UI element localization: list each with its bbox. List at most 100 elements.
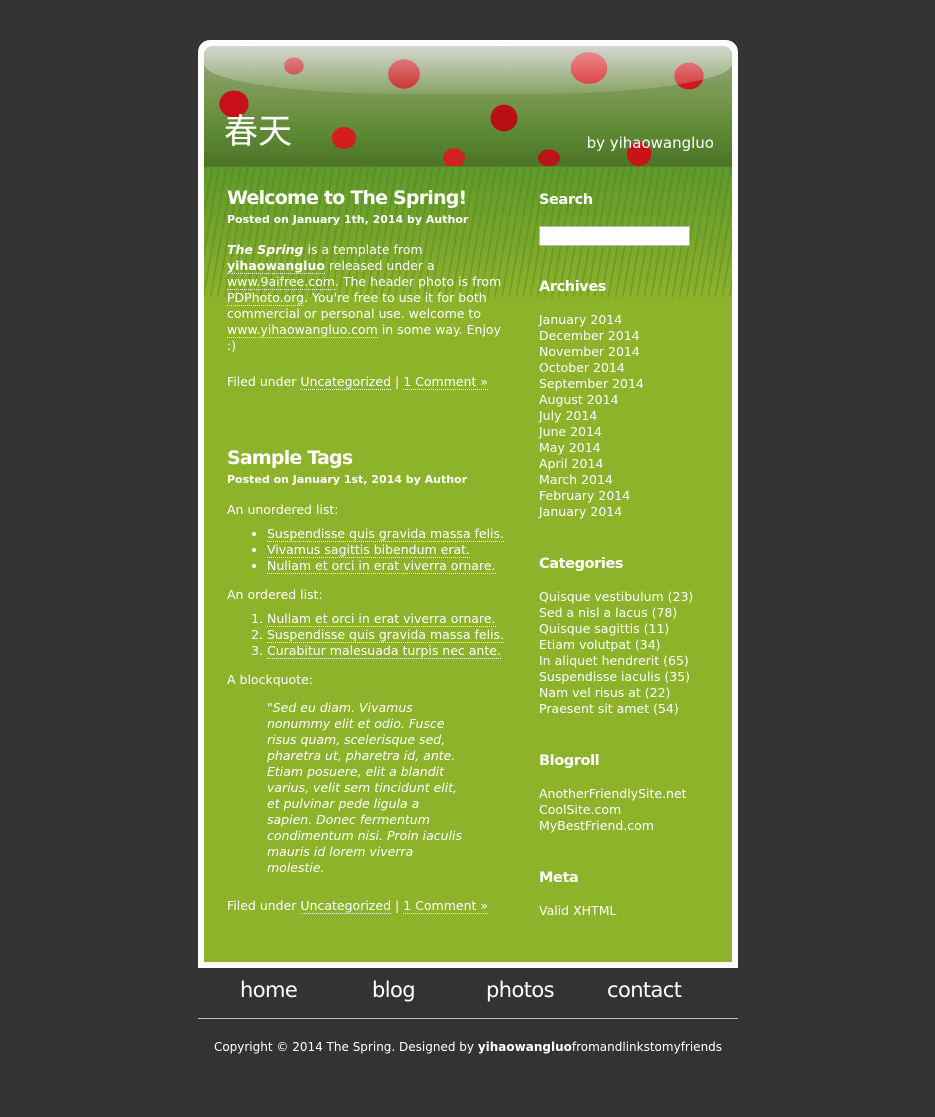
list-item: Nullam et orci in erat viverra ornare. <box>267 558 512 574</box>
sidebar: Search Archives January 2014 December 20… <box>539 191 724 919</box>
ordered-list: Nullam et orci in erat viverra ornare. S… <box>227 611 512 659</box>
site-link[interactable]: www.yihaowangluo.com <box>227 322 378 338</box>
blogroll-item[interactable]: CoolSite.com <box>539 802 724 818</box>
footer-suffix: fromandlinkstomyfriends <box>571 1040 723 1054</box>
meta-item[interactable]: Valid XHTML <box>539 903 724 919</box>
header-banner: 春天 by yihaowangluo <box>204 46 732 167</box>
list-item: Curabitur malesuada turpis nec ante. <box>267 643 512 659</box>
category-item[interactable]: Suspendisse iaculis (35) <box>539 669 724 685</box>
post-meta: Posted on January 1th, 2014 by Author <box>227 213 469 226</box>
site-byline: by yihaowangluo <box>586 134 714 152</box>
post: Welcome to The Spring! Posted on January… <box>227 186 512 390</box>
category-link[interactable]: Uncategorized <box>300 898 391 914</box>
post-footer: Filed under Uncategorized | 1 Comment » <box>227 374 512 390</box>
archive-item[interactable]: August 2014 <box>539 392 724 408</box>
ordered-list-label: An ordered list: <box>227 587 323 602</box>
nav-contact[interactable]: contact <box>607 978 682 1002</box>
blogroll-item[interactable]: AnotherFriendlySite.net <box>539 786 724 802</box>
site-title[interactable]: 春天 <box>224 112 292 152</box>
categories-widget: Categories Quisque vestibulum (23) Sed a… <box>539 555 724 717</box>
archive-item[interactable]: May 2014 <box>539 440 724 456</box>
post-footer: Filed under Uncategorized | 1 Comment » <box>227 898 512 914</box>
content-frame: 春天 by yihaowangluo Welcome to The Spring… <box>198 40 738 968</box>
category-link[interactable]: Uncategorized <box>300 374 391 390</box>
category-item[interactable]: In aliquet hendrerit (65) <box>539 653 724 669</box>
search-widget: Search <box>539 191 724 246</box>
main-column: Welcome to The Spring! Posted on January… <box>227 186 512 914</box>
nav-home[interactable]: home <box>240 978 298 1002</box>
category-item[interactable]: Quisque vestibulum (23) <box>539 589 724 605</box>
category-item[interactable]: Quisque sagittis (11) <box>539 621 724 637</box>
list-item: Nullam et orci in erat viverra ornare. <box>267 611 512 627</box>
archive-item[interactable]: October 2014 <box>539 360 724 376</box>
list-link[interactable]: Suspendisse quis gravida massa felis. <box>267 627 505 643</box>
post-title[interactable]: Welcome to The Spring! <box>227 186 512 210</box>
categories-title: Categories <box>539 556 624 572</box>
archive-item[interactable]: February 2014 <box>539 488 724 504</box>
archives-list: January 2014 December 2014 November 2014… <box>539 312 724 520</box>
filed-under-label: Filed under <box>227 898 297 913</box>
blockquote-label: A blockquote: <box>227 672 313 687</box>
archive-item[interactable]: January 2014 <box>539 312 724 328</box>
archive-item[interactable]: January 2014 <box>539 504 724 520</box>
list-item: Vivamus sagittis bibendum erat. <box>267 542 512 558</box>
post-meta: Posted on January 1st, 2014 by Author <box>227 473 468 486</box>
archive-item[interactable]: September 2014 <box>539 376 724 392</box>
blockquote: "Sed eu diam. Vivamus nonummy elit et od… <box>267 700 463 875</box>
post-title[interactable]: Sample Tags <box>227 446 512 470</box>
blogroll-widget: Blogroll AnotherFriendlySite.net CoolSit… <box>539 752 724 834</box>
template-name: The Spring <box>227 242 304 257</box>
list-link[interactable]: Nullam et orci in erat viverra ornare. <box>267 558 496 574</box>
archive-item[interactable]: November 2014 <box>539 344 724 360</box>
license-link[interactable]: www.9aifree.com <box>227 274 335 290</box>
list-item: Suspendisse quis gravida massa felis. <box>267 526 512 542</box>
list-link[interactable]: Suspendisse quis gravida massa felis. <box>267 526 505 542</box>
list-item: Suspendisse quis gravida massa felis. <box>267 627 512 643</box>
list-link[interactable]: Curabitur malesuada turpis nec ante. <box>267 643 501 659</box>
archive-item[interactable]: April 2014 <box>539 456 724 472</box>
post: Sample Tags Posted on January 1st, 2014 … <box>227 446 512 914</box>
list-link[interactable]: Nullam et orci in erat viverra ornare. <box>267 611 496 627</box>
categories-list: Quisque vestibulum (23) Sed a nisl a lac… <box>539 589 724 717</box>
archive-item[interactable]: December 2014 <box>539 328 724 344</box>
main-nav: home blog photos contact <box>198 968 738 1019</box>
blogroll-title: Blogroll <box>539 753 600 769</box>
separator: | <box>395 374 400 389</box>
search-title: Search <box>539 192 593 208</box>
meta-widget: Meta Valid XHTML <box>539 869 724 919</box>
photo-link[interactable]: PDPhoto.org <box>227 290 305 306</box>
body-text: is a template from <box>303 242 423 257</box>
category-item[interactable]: Nam vel risus at (22) <box>539 685 724 701</box>
nav-photos[interactable]: photos <box>486 978 555 1002</box>
search-input[interactable] <box>539 226 690 246</box>
archives-title: Archives <box>539 279 606 295</box>
archive-item[interactable]: July 2014 <box>539 408 724 424</box>
category-item[interactable]: Sed a nisl a lacus (78) <box>539 605 724 621</box>
blogroll-list: AnotherFriendlySite.net CoolSite.com MyB… <box>539 786 724 834</box>
blogroll-item[interactable]: MyBestFriend.com <box>539 818 724 834</box>
copyright-text: Copyright © 2014 The Spring. Designed by <box>213 1040 478 1054</box>
archives-widget: Archives January 2014 December 2014 Nove… <box>539 278 724 520</box>
body-text: released under a <box>324 258 435 273</box>
comments-link[interactable]: 1 Comment » <box>403 374 489 390</box>
unordered-list: Suspendisse quis gravida massa felis. Vi… <box>227 526 512 574</box>
nav-blog[interactable]: blog <box>372 978 416 1002</box>
post-body: The Spring is a template from yihaowangl… <box>227 242 512 354</box>
comments-link[interactable]: 1 Comment » <box>403 898 489 914</box>
filed-under-label: Filed under <box>227 374 297 389</box>
body-text: . The header photo is from <box>334 274 502 289</box>
category-item[interactable]: Etiam volutpat (34) <box>539 637 724 653</box>
designer-link[interactable]: yihaowangluo <box>478 1040 572 1054</box>
meta-list: Valid XHTML <box>539 903 724 919</box>
footer: Copyright © 2014 The Spring. Designed by… <box>198 1040 738 1054</box>
archive-item[interactable]: March 2014 <box>539 472 724 488</box>
unordered-list-label: An unordered list: <box>227 502 339 517</box>
category-item[interactable]: Praesent sit amet (54) <box>539 701 724 717</box>
list-link[interactable]: Vivamus sagittis bibendum erat. <box>267 542 471 558</box>
author-link[interactable]: yihaowangluo <box>227 258 325 274</box>
archive-item[interactable]: June 2014 <box>539 424 724 440</box>
header-gloss <box>204 46 732 94</box>
meta-title: Meta <box>539 870 579 886</box>
content-area: 春天 by yihaowangluo Welcome to The Spring… <box>204 46 732 962</box>
separator: | <box>395 898 400 913</box>
